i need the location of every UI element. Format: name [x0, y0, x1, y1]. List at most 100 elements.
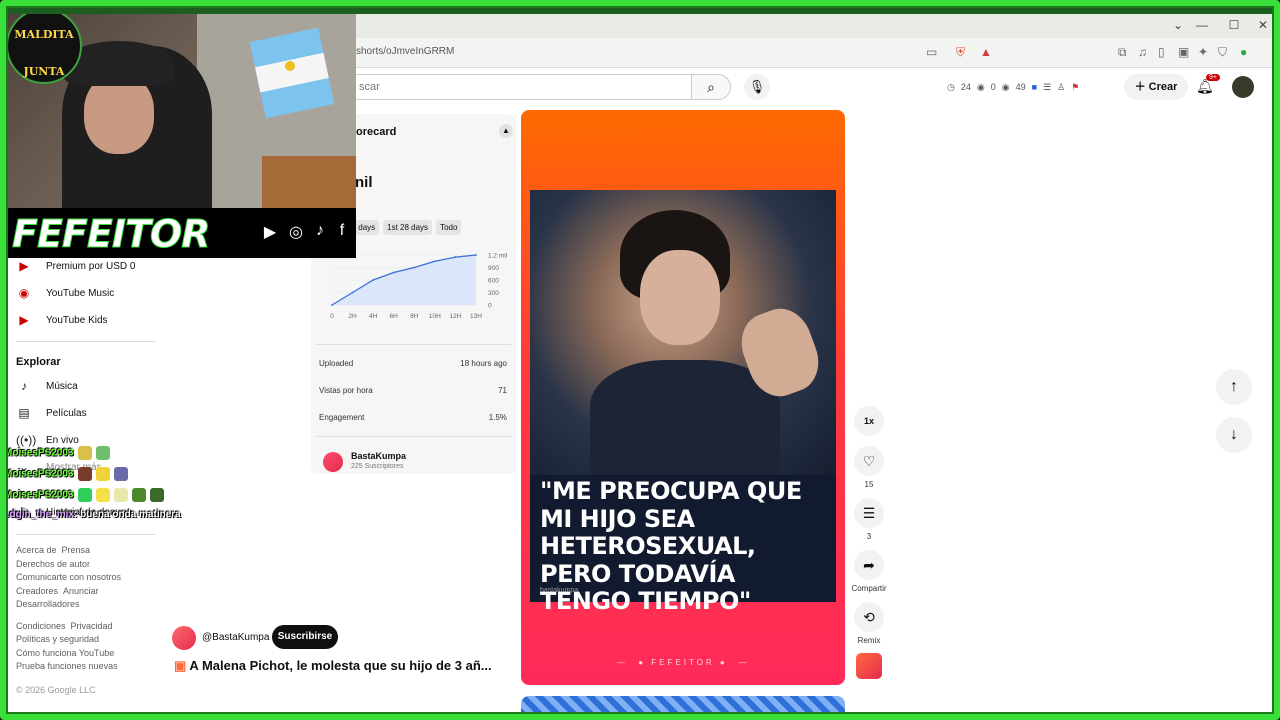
x-tick-label: 0 — [330, 313, 334, 320]
explore-heading: Explorar — [16, 356, 61, 368]
footer-link[interactable]: Prensa — [62, 545, 91, 555]
tab-all[interactable]: Todo — [436, 220, 462, 235]
chat-emote-icon — [95, 488, 110, 502]
short-video-player[interactable]: "ME PREOCUPA QUE MI HIJO SEA HETEROSEXUA… — [521, 110, 845, 685]
minimize-icon[interactable]: — — [1192, 18, 1212, 32]
x-tick-label: 13H — [470, 313, 482, 320]
stat-row-uploaded: Uploaded 18 hours ago — [319, 359, 507, 368]
footer-link[interactable]: Derechos de autor — [16, 559, 90, 569]
clock-icon: ◷ — [947, 81, 955, 92]
chevron-down-icon[interactable]: ⌄ — [1168, 18, 1188, 32]
chat-emotes — [74, 467, 128, 481]
footer-link[interactable]: Prueba funciones nuevas — [16, 661, 118, 671]
footer-link[interactable]: Anunciar — [63, 586, 99, 596]
data-point — [331, 304, 333, 306]
next-short-preview[interactable] — [521, 696, 845, 714]
maximize-icon[interactable]: ☐ — [1224, 18, 1244, 32]
channel-name[interactable]: BastaKumpa — [351, 451, 406, 461]
sidebar-item-movies[interactable]: ▤ Películas — [16, 406, 87, 420]
create-button[interactable]: ＋ Crear — [1124, 74, 1188, 100]
chat-emote-icon — [95, 446, 110, 460]
comment-button[interactable]: ☰ — [854, 498, 884, 528]
data-point — [433, 260, 436, 263]
short-channel-handle[interactable]: @BastaKumpa — [202, 632, 269, 643]
left-sidebar: ▶ Premium por USD 0 ◉ YouTube Music ▶ YouTu… — [6, 259, 166, 714]
search-input[interactable]: scar — [359, 81, 380, 93]
sidebar-item-premium[interactable]: ▶ Premium por USD 0 — [16, 259, 135, 273]
views-line-chart: 1,2 mil 900 600 300 0 0 2H 4H 6H 8H 10H 12H 13H — [330, 253, 508, 321]
previous-short-button[interactable]: ↑ — [1216, 369, 1252, 405]
leo-icon[interactable]: ✦ — [1198, 45, 1208, 59]
eye-icon: ◉ — [976, 81, 985, 92]
vpn-icon[interactable]: ⛉ — [1218, 45, 1227, 60]
close-icon[interactable]: ✕ — [1253, 18, 1273, 32]
short-video-frame: "ME PREOCUPA QUE MI HIJO SEA HETEROSEXUA… — [530, 190, 836, 615]
search-icon: ⌕ — [707, 79, 715, 95]
avatar[interactable] — [1232, 76, 1254, 98]
search-button[interactable]: ⌕ — [691, 74, 731, 100]
footer-link[interactable]: Cómo funciona YouTube — [16, 648, 114, 658]
scorecard-big-value: nil — [355, 174, 373, 191]
subscribe-button[interactable]: Suscribirse — [272, 625, 338, 649]
footer-link[interactable]: Políticas y seguridad — [16, 634, 99, 644]
sidebar-item-kids[interactable]: ▶ YouTube Kids — [16, 313, 108, 327]
badge-icon[interactable]: ♙ — [1057, 82, 1065, 93]
like-button[interactable]: ♡ — [854, 446, 884, 476]
profile-dot-icon[interactable]: ● — [1240, 45, 1247, 59]
list-icon[interactable]: ☰ — [1043, 82, 1051, 93]
url-text[interactable]: shorts/oJmveInGRRM — [356, 46, 454, 57]
tab-28-days[interactable]: 1st 28 days — [383, 220, 433, 235]
sidebar-item-label: Música — [46, 380, 78, 392]
collapse-button[interactable]: ▲ — [499, 124, 513, 138]
stream-frame-top — [6, 6, 1274, 14]
music-icon[interactable]: ♫ — [1138, 45, 1147, 59]
sidebar-item-label: Películas — [46, 407, 87, 419]
search-box[interactable]: scar — [326, 74, 691, 100]
wallet-icon[interactable]: ▣ — [1178, 45, 1189, 59]
footer-link[interactable]: Privacidad — [71, 621, 113, 631]
logo-text-top: MALDITA — [14, 28, 74, 41]
flag-icon[interactable]: ⚑ — [1071, 82, 1079, 93]
footer-links-row[interactable]: Acerca de Prensa — [16, 545, 90, 555]
sidebar-item-label: YouTube Kids — [46, 314, 108, 326]
remix-icon: ⟲ — [863, 609, 875, 625]
youtube-kids-icon: ▶ — [19, 313, 29, 327]
sidebar-item-music[interactable]: ◉ YouTube Music — [16, 286, 114, 300]
channel-logo[interactable] — [323, 452, 343, 472]
voice-search-button[interactable]: 🎙 — [744, 74, 770, 100]
chat-username: MoisesPS2003 — [4, 447, 74, 459]
brave-shield-icon[interactable]: ⛨ — [956, 45, 965, 60]
stat-value: 71 — [498, 386, 507, 395]
sound-channel-icon[interactable] — [856, 653, 882, 679]
footer-link[interactable]: Comunicarte con nosotros — [16, 572, 121, 582]
footer-link[interactable]: Acerca de — [16, 545, 57, 555]
playback-speed-button[interactable]: 1x — [854, 406, 884, 436]
next-short-button[interactable]: ↓ — [1216, 417, 1252, 453]
stat-label: Vistas por hora — [319, 386, 373, 395]
logo-text-bottom: JUNTA — [23, 65, 65, 78]
remix-button[interactable]: ⟲ — [854, 602, 884, 632]
streamer-banner: FEFEITOR ▶ ◎ ♪ f — [2, 208, 356, 258]
share-button[interactable]: ➦ — [854, 550, 884, 580]
y-tick-label: 0 — [488, 303, 492, 310]
short-title[interactable]: ▣ A Malena Pichot, le molesta que su hij… — [174, 658, 492, 674]
chat-text: : buena onda matinera — [74, 509, 181, 520]
short-channel-avatar[interactable] — [172, 626, 196, 650]
channel-logo-badge: MALDITA JUNTA — [6, 8, 82, 84]
footer-link[interactable]: Desarrolladores — [16, 599, 80, 609]
cast-icon[interactable]: ▭ — [926, 45, 937, 59]
sidebar-item-live[interactable]: ((•)) En vivo — [16, 433, 79, 447]
brave-rewards-icon[interactable]: ▲ — [980, 45, 992, 59]
footer-links-row[interactable]: Creadores Anunciar — [16, 586, 99, 596]
footer-link[interactable]: Creadores — [16, 586, 58, 596]
sidebar-item-music-explore[interactable]: ♪ Música — [16, 379, 78, 393]
streamer-name: FEFEITOR — [11, 212, 210, 257]
stat-row-engagement: Engagement 1.5% — [319, 413, 507, 422]
sidebar-icon[interactable]: ▯ — [1158, 45, 1165, 59]
tool-icon[interactable]: ■ — [1032, 82, 1037, 92]
remix-action: ⟲ Remix — [851, 602, 887, 645]
footer-links-row[interactable]: Condiciones Privacidad — [16, 621, 113, 631]
y-tick-label: 600 — [488, 278, 499, 285]
extension-icon[interactable]: ⧉ — [1118, 45, 1127, 60]
footer-link[interactable]: Condiciones — [16, 621, 66, 631]
